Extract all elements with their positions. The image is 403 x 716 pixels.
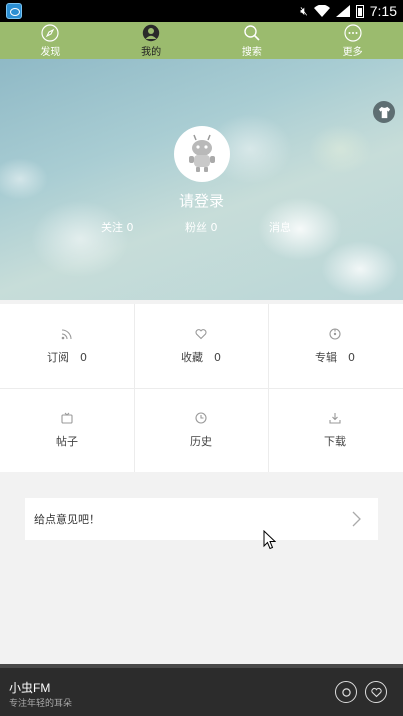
history-item[interactable]: 历史 [134, 388, 268, 472]
albums-label: 专辑 0 [315, 350, 355, 364]
heart-icon [195, 328, 207, 339]
feedback-row[interactable]: 给点意见吧！ [25, 498, 378, 540]
player-app-name: 小虫FM [9, 681, 51, 695]
mute-icon: 🔇︎ [300, 3, 308, 18]
skin-button[interactable] [373, 101, 395, 123]
heart-icon [370, 687, 382, 697]
tab-label: 我的 [141, 46, 162, 58]
download-icon [329, 412, 341, 424]
albums-item[interactable]: 专辑 0 [268, 304, 402, 388]
subscribe-label: 订阅 0 [47, 350, 87, 364]
album-icon [329, 327, 341, 340]
tab-mine[interactable]: 我的 [101, 22, 202, 59]
history-label: 历史 [190, 434, 212, 448]
user-icon [142, 24, 160, 41]
tv-icon [61, 412, 73, 424]
posts-label: 帖子 [56, 434, 78, 448]
profile-header: 请登录 关注 0 粉丝 0 消息 [0, 59, 403, 300]
tab-discover[interactable]: 发现 [0, 22, 101, 59]
robot-avatar-icon [189, 134, 215, 172]
like-button[interactable] [365, 681, 387, 703]
chevron-right-icon [352, 511, 361, 527]
tshirt-icon [378, 106, 390, 118]
mini-player[interactable]: 小虫FM 专注年轻的耳朵 [0, 668, 403, 716]
subscribe-item[interactable]: 订阅 0 [0, 304, 134, 388]
posts-item[interactable]: 帖子 [0, 388, 134, 472]
tab-label: 搜索 [241, 46, 262, 58]
tab-label: 发现 [40, 46, 61, 58]
menu-grid: 订阅 0 收藏 0 专辑 0 帖子 历史 下载 [0, 304, 403, 472]
favorites-item[interactable]: 收藏 0 [134, 304, 268, 388]
fans-count[interactable]: 粉丝 0 [185, 219, 218, 235]
battery-icon [355, 4, 364, 18]
favorites-label: 收藏 0 [181, 350, 221, 364]
messages-link[interactable]: 消息 [269, 219, 291, 235]
search-icon [244, 24, 260, 41]
wifi-icon [313, 5, 330, 17]
mouse-cursor-icon [263, 530, 276, 550]
rss-icon [61, 328, 72, 339]
player-tagline: 专注年轻的耳朵 [9, 699, 73, 709]
play-button[interactable] [335, 681, 357, 703]
compass-icon [41, 23, 59, 42]
status-bar: 🔇︎ 7:15 [0, 0, 403, 22]
system-icons: 🔇︎ 7:15 [300, 2, 397, 20]
avatar[interactable] [174, 126, 230, 182]
signal-icon [335, 5, 350, 17]
downloads-label: 下载 [324, 434, 346, 448]
follow-count[interactable]: 关注 0 [101, 219, 134, 235]
downloads-item[interactable]: 下载 [268, 388, 402, 472]
feedback-label: 给点意见吧！ [34, 513, 100, 526]
top-nav: 发现 我的 搜索 更多 [0, 22, 403, 59]
record-icon [341, 687, 351, 697]
clock: 7:15 [369, 3, 397, 19]
tab-search[interactable]: 搜索 [202, 22, 303, 59]
clock-icon [195, 411, 207, 424]
app-notification-icon [6, 3, 22, 19]
more-icon [344, 23, 362, 42]
tab-more[interactable]: 更多 [302, 22, 403, 59]
tab-label: 更多 [342, 46, 363, 58]
login-prompt[interactable]: 请登录 [0, 190, 403, 211]
